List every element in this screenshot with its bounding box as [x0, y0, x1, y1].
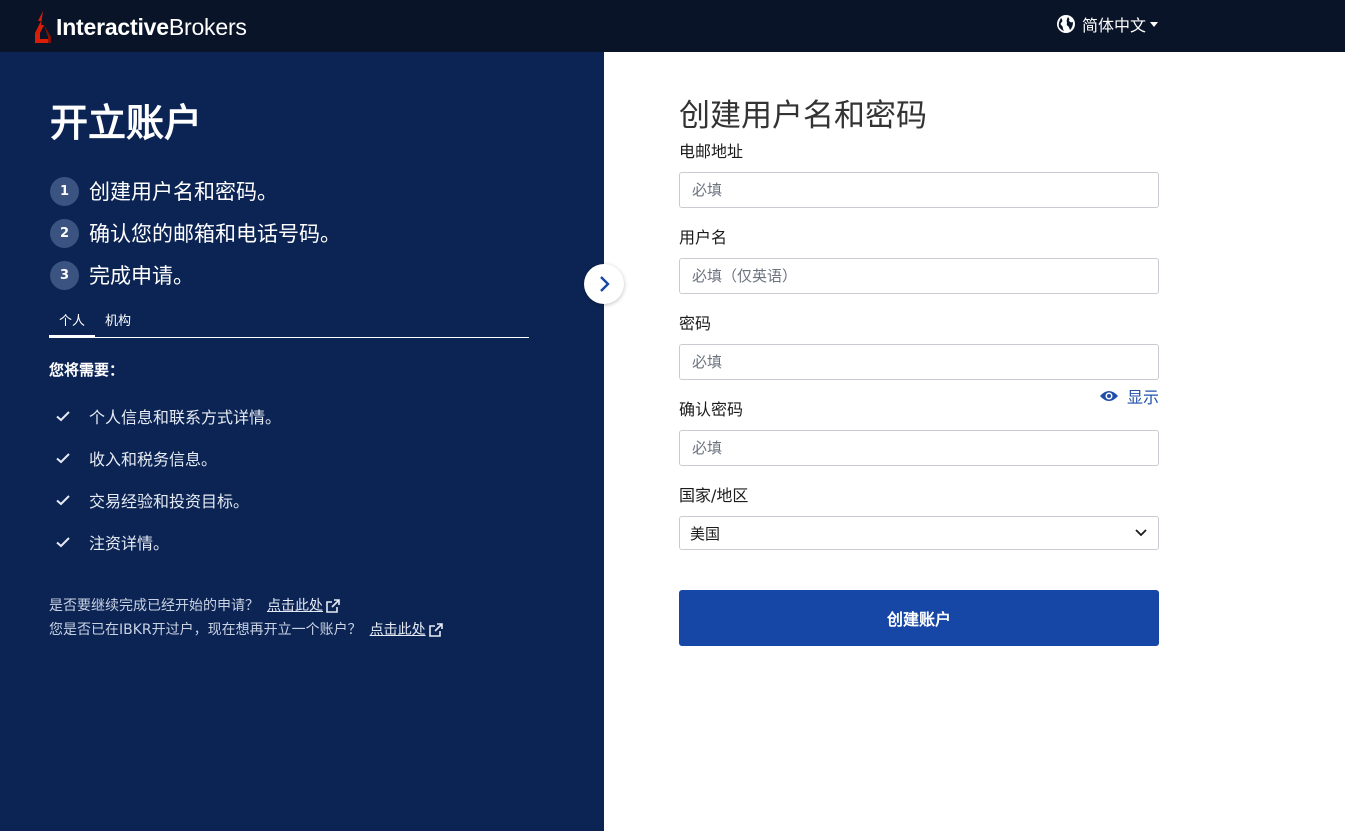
- external-link-icon: [428, 623, 443, 637]
- email-field[interactable]: [679, 172, 1159, 208]
- email-group: 电邮地址: [679, 138, 1159, 208]
- password-field[interactable]: [679, 344, 1159, 380]
- country-select[interactable]: 美国: [679, 516, 1159, 550]
- confirm-password-label: 确认密码: [679, 400, 744, 419]
- page-title: 开立账户: [50, 101, 203, 145]
- ib-logo-icon: [34, 11, 52, 43]
- requirements-heading: 您将需要：: [49, 361, 125, 379]
- password-label: 密码: [679, 314, 712, 333]
- external-link-icon: [326, 599, 340, 613]
- confirm-password-group: 确认密码: [679, 396, 1159, 466]
- additional-account-link[interactable]: 点击此处: [370, 618, 443, 642]
- confirm-password-field[interactable]: [679, 430, 1159, 466]
- step-number: 2: [50, 218, 79, 248]
- collapse-panel-button[interactable]: [584, 264, 624, 304]
- step-item: 2 确认您的邮箱和电话号码。: [50, 212, 341, 254]
- username-group: 用户名: [679, 224, 1159, 294]
- list-item: 个人信息和联系方式详情。: [55, 395, 281, 437]
- step-text: 创建用户名和密码。: [89, 180, 278, 204]
- top-bar: InteractiveBrokers 简体中文: [0, 0, 1345, 52]
- show-password-label: 显示: [1126, 388, 1159, 407]
- additional-account-row: 您是否已在IBKR开过户，现在想再开立一个账户？ 点击此处: [49, 618, 443, 642]
- signup-form: 创建用户名和密码 电邮地址 用户名 密码 显示 确认密码 国家/地区 美国 创建…: [679, 90, 1159, 646]
- chevron-down-icon: [1135, 529, 1147, 537]
- requirements-list: 个人信息和联系方式详情。 收入和税务信息。 交易经验和投资目标。 注资详情。: [55, 395, 281, 563]
- list-item-text: 交易经验和投资目标。: [89, 492, 250, 511]
- link-text: 点击此处: [267, 598, 323, 614]
- check-icon: [56, 453, 70, 464]
- eye-icon: [1099, 391, 1118, 401]
- step-text: 确认您的邮箱和电话号码。: [89, 222, 341, 246]
- language-selector[interactable]: 简体中文: [1056, 12, 1159, 36]
- step-number: 3: [50, 260, 79, 290]
- steps-list: 1 创建用户名和密码。 2 确认您的邮箱和电话号码。 3 完成申请。: [50, 170, 341, 296]
- list-item: 收入和税务信息。: [55, 437, 281, 479]
- list-item: 注资详情。: [55, 521, 281, 563]
- interactive-brokers-logo[interactable]: InteractiveBrokers: [34, 10, 247, 44]
- continue-application-link[interactable]: 点击此处: [267, 594, 340, 618]
- country-value: 美国: [690, 524, 721, 543]
- list-item-text: 个人信息和联系方式详情。: [89, 408, 282, 427]
- link-text: 点击此处: [369, 622, 426, 638]
- email-label: 电邮地址: [679, 142, 744, 161]
- country-group: 国家/地区 美国: [679, 482, 1159, 550]
- password-group: 密码: [679, 310, 1159, 380]
- list-item-text: 注资详情。: [89, 534, 170, 553]
- check-icon: [56, 411, 70, 422]
- step-item: 3 完成申请。: [50, 254, 341, 296]
- form-title: 创建用户名和密码: [679, 98, 927, 134]
- username-field[interactable]: [679, 258, 1159, 294]
- create-account-button[interactable]: 创建账户: [679, 590, 1159, 646]
- continue-question: 是否要继续完成已经开始的申请？: [49, 598, 259, 614]
- help-links: 是否要继续完成已经开始的申请？ 点击此处 您是否已在IBKR开过户，现在想再开立一…: [49, 594, 443, 642]
- list-item: 交易经验和投资目标。: [55, 479, 281, 521]
- step-number: 1: [50, 176, 79, 206]
- account-type-tabs: 个人 机构: [49, 302, 529, 338]
- left-panel: 开立账户 1 创建用户名和密码。 2 确认您的邮箱和电话号码。 3 完成申请。 …: [0, 52, 604, 831]
- globe-icon: [1057, 15, 1075, 33]
- caret-down-icon: [1150, 21, 1159, 27]
- tab-institution[interactable]: 机构: [95, 302, 141, 338]
- chevron-right-icon: [600, 276, 610, 292]
- step-item: 1 创建用户名和密码。: [50, 170, 341, 212]
- additional-account-question: 您是否已在IBKR开过户，现在想再开立一个账户？: [49, 622, 362, 638]
- logo-text: InteractiveBrokers: [56, 13, 247, 40]
- continue-application-row: 是否要继续完成已经开始的申请？ 点击此处: [49, 594, 443, 618]
- show-password-toggle[interactable]: 显示: [1099, 384, 1159, 408]
- tab-individual[interactable]: 个人: [49, 302, 96, 338]
- check-icon: [56, 537, 70, 548]
- language-label: 简体中文: [1082, 16, 1147, 35]
- country-label: 国家/地区: [679, 486, 749, 505]
- check-icon: [56, 495, 70, 506]
- list-item-text: 收入和税务信息。: [89, 450, 218, 469]
- step-text: 完成申请。: [89, 264, 194, 288]
- username-label: 用户名: [679, 228, 728, 247]
